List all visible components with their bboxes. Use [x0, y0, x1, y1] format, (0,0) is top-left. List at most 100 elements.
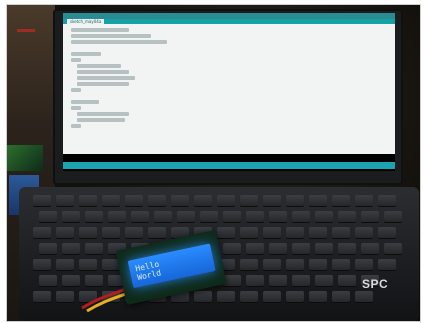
- code-line: [77, 82, 129, 86]
- key: [177, 211, 195, 222]
- key: [33, 195, 51, 206]
- lcd-screen: Hello World: [127, 243, 216, 289]
- key: [355, 227, 373, 238]
- key: [108, 211, 126, 222]
- key: [315, 211, 333, 222]
- key: [246, 275, 264, 286]
- key: [240, 291, 258, 302]
- wire-bundle-icon: [7, 145, 43, 171]
- key: [286, 291, 304, 302]
- key: [102, 195, 120, 206]
- key: [217, 291, 235, 302]
- key: [384, 211, 402, 222]
- key: [378, 195, 396, 206]
- key: [263, 291, 281, 302]
- key: [246, 243, 264, 254]
- key: [85, 211, 103, 222]
- key: [148, 227, 166, 238]
- code-line: [77, 112, 129, 116]
- key: [355, 195, 373, 206]
- key: [309, 195, 327, 206]
- key: [79, 195, 97, 206]
- key: [309, 259, 327, 270]
- key: [263, 259, 281, 270]
- key: [39, 243, 57, 254]
- key: [217, 227, 235, 238]
- key: [292, 275, 310, 286]
- key: [269, 275, 287, 286]
- key: [355, 259, 373, 270]
- key: [384, 243, 402, 254]
- key: [79, 227, 97, 238]
- key: [194, 195, 212, 206]
- key: [269, 211, 287, 222]
- key: [240, 259, 258, 270]
- key: [315, 275, 333, 286]
- code-line: [77, 118, 125, 122]
- key: [223, 243, 241, 254]
- key: [378, 227, 396, 238]
- code-line: [71, 28, 129, 32]
- key: [223, 211, 241, 222]
- key: [378, 259, 396, 270]
- keyboard-brand: SPC: [362, 277, 389, 291]
- key: [338, 275, 356, 286]
- code-line: [71, 40, 167, 44]
- key: [200, 211, 218, 222]
- key: [56, 227, 74, 238]
- key: [56, 195, 74, 206]
- key: [286, 195, 304, 206]
- key: [33, 259, 51, 270]
- key: [332, 291, 350, 302]
- code-line: [71, 106, 81, 110]
- code-line: [71, 58, 81, 62]
- key: [338, 211, 356, 222]
- code-line: [77, 76, 135, 80]
- red-wire-icon: [17, 29, 35, 32]
- key: [240, 195, 258, 206]
- key: [102, 227, 120, 238]
- key: [332, 227, 350, 238]
- key: [33, 227, 51, 238]
- key: [62, 211, 80, 222]
- key: [269, 243, 287, 254]
- key: [286, 227, 304, 238]
- key: [355, 291, 373, 302]
- ide-statusbar: [63, 162, 395, 169]
- code-line: [71, 124, 81, 128]
- code-line: [77, 64, 121, 68]
- code-line: [71, 100, 99, 104]
- key: [125, 195, 143, 206]
- key: [33, 291, 51, 302]
- code-line: [77, 70, 129, 74]
- key: [56, 259, 74, 270]
- key: [240, 227, 258, 238]
- code-line: [71, 88, 81, 92]
- key: [131, 211, 149, 222]
- key: [217, 195, 235, 206]
- photo: sketch_may04a SPC Hello World: [6, 4, 421, 322]
- code-editor: [63, 24, 395, 154]
- key: [361, 243, 379, 254]
- code-line: [71, 34, 151, 38]
- key: [263, 195, 281, 206]
- key: [171, 195, 189, 206]
- key: [39, 211, 57, 222]
- key: [361, 211, 379, 222]
- key: [286, 259, 304, 270]
- key: [56, 291, 74, 302]
- key: [246, 211, 264, 222]
- key: [263, 227, 281, 238]
- key: [309, 227, 327, 238]
- key: [338, 243, 356, 254]
- code-line: [71, 52, 101, 56]
- key: [292, 211, 310, 222]
- key: [332, 195, 350, 206]
- laptop-screen: sketch_may04a: [63, 13, 395, 171]
- key: [125, 227, 143, 238]
- key: [154, 211, 172, 222]
- key: [332, 259, 350, 270]
- key: [292, 243, 310, 254]
- key: [315, 243, 333, 254]
- key: [39, 275, 57, 286]
